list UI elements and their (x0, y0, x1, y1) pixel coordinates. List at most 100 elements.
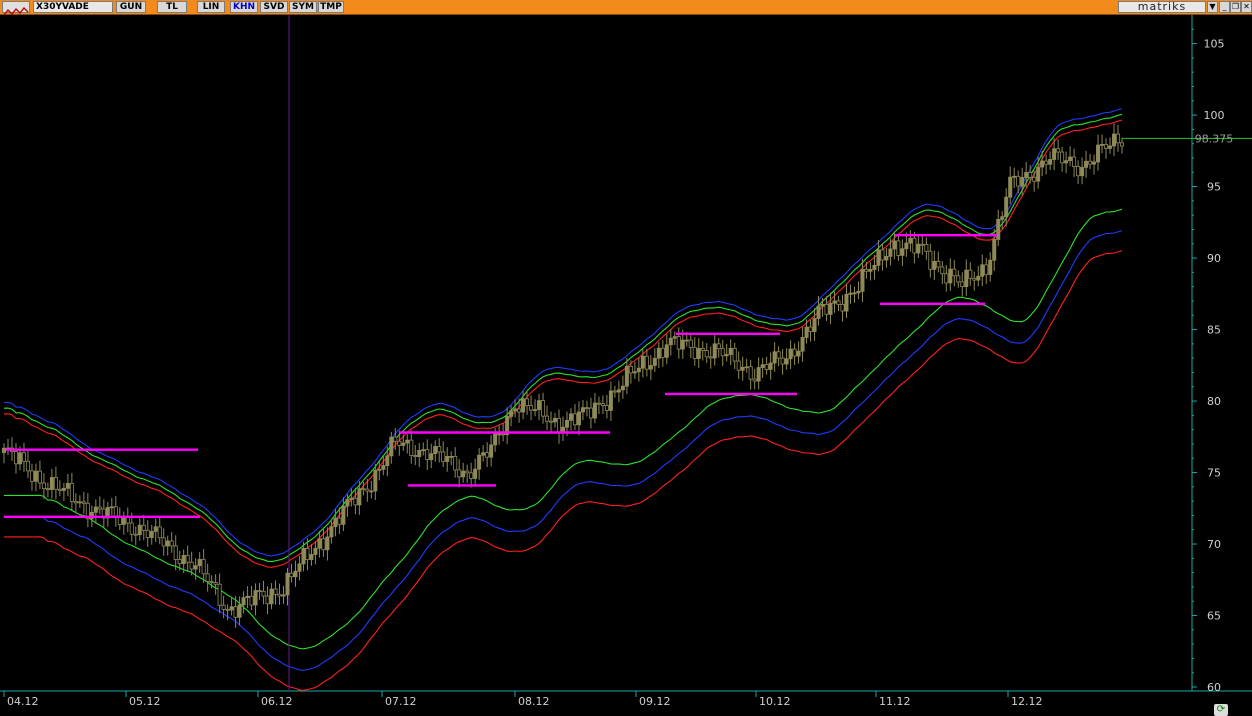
candle-body (173, 545, 178, 560)
candle-body (161, 537, 166, 547)
candle-body (612, 390, 617, 393)
candle-body (237, 604, 242, 618)
candle-body (29, 470, 34, 482)
candle-body (828, 302, 833, 315)
candle-body (241, 597, 246, 606)
candle-body (445, 456, 450, 462)
candle-body (281, 594, 286, 597)
chart-type-icon[interactable] (2, 1, 30, 16)
candle-body (800, 337, 805, 352)
y-tick-label: 95 (1207, 181, 1221, 194)
candle-body (1048, 159, 1053, 165)
candle-body (205, 573, 210, 582)
candle-body (453, 456, 458, 471)
candle-body (572, 413, 577, 426)
candle-body (1100, 144, 1105, 146)
candle-body (41, 482, 46, 490)
price-chart[interactable]: 60 65 70 75 80 85 90 95 100 105 04.12 05.12 06.12 07.… (0, 15, 1252, 716)
candle-body (620, 385, 625, 391)
candle-body (517, 408, 522, 413)
candle-body (477, 454, 482, 470)
candle-body (668, 337, 673, 346)
candle-body (77, 501, 82, 504)
candle-body (289, 572, 294, 578)
candle-body (608, 390, 613, 411)
period-button-svd[interactable]: SVD (260, 1, 288, 13)
period-button-lin[interactable]: LIN (197, 1, 225, 13)
upper-band-red (3, 119, 1123, 568)
candle-body (676, 336, 681, 350)
x-tick-label: 05.12 (129, 695, 161, 708)
candle-body (888, 248, 893, 257)
close-button[interactable]: ✕ (1241, 1, 1252, 13)
candle-body (405, 439, 410, 444)
period-button-tmp[interactable]: TMP (318, 1, 344, 13)
candle-body (968, 269, 973, 279)
candle-body (848, 292, 853, 295)
candle-body (365, 488, 370, 492)
candle-body (329, 526, 334, 538)
candle-body (788, 348, 793, 360)
candle-body (269, 588, 274, 605)
candle-body (197, 558, 202, 567)
candle-body (493, 433, 498, 446)
lower-band-red (4, 250, 1123, 691)
candle-body (273, 588, 278, 595)
candle-body (65, 483, 70, 489)
candle-body (988, 259, 993, 275)
candle-body (1008, 176, 1013, 198)
candle-body (580, 407, 585, 413)
candle-body (381, 465, 386, 470)
refresh-icon[interactable]: ⟳ (1214, 704, 1228, 716)
candle-body (1020, 177, 1025, 187)
minimize-button[interactable]: _ (1219, 1, 1230, 13)
candle-body (664, 344, 669, 358)
candle-body (956, 275, 961, 283)
last-price-label: 98.375 (1195, 132, 1234, 145)
candle-body (201, 558, 206, 575)
candle-body (944, 273, 949, 284)
candle-body (852, 292, 857, 295)
candle-body (728, 347, 733, 355)
candle-body (377, 468, 382, 471)
dropdown-icon[interactable]: ▼ (1207, 1, 1218, 13)
chart-toolbar: X30YVADE GUN TL LIN KHN SVD SYM TMP matr… (0, 0, 1252, 16)
candle-body (225, 608, 230, 611)
candle-body (704, 350, 709, 358)
candle-body (860, 268, 865, 292)
candle-body (816, 305, 821, 319)
y-tick-label: 70 (1207, 538, 1221, 551)
period-button-gun[interactable]: GUN (116, 1, 146, 13)
candle-body (261, 590, 266, 597)
candle-body (1068, 156, 1073, 162)
candle-body (744, 366, 749, 369)
candle-body (892, 240, 897, 250)
candle-body (1084, 160, 1089, 168)
candle-body (245, 595, 250, 599)
period-button-tl[interactable]: TL (157, 1, 187, 13)
candle-body (229, 606, 234, 611)
candle-body (876, 249, 881, 266)
candle-body (353, 497, 358, 506)
candle-body (385, 455, 390, 466)
candle-body (125, 516, 130, 524)
candle-body (357, 488, 362, 506)
candle-body (313, 547, 318, 555)
candle-body (497, 433, 502, 436)
candle-body (533, 409, 538, 411)
candle-body (349, 497, 354, 500)
y-tick-label: 90 (1207, 252, 1221, 265)
candle-body (217, 583, 222, 606)
candle-body (337, 517, 342, 525)
candle-body (529, 405, 534, 411)
candle-body (904, 242, 909, 250)
period-button-sym[interactable]: SYM (289, 1, 317, 13)
candle-body (373, 469, 378, 492)
restore-button[interactable]: ❐ (1230, 1, 1241, 13)
symbol-field[interactable]: X30YVADE (33, 1, 113, 13)
candle-body (772, 351, 777, 364)
candle-body (804, 326, 809, 338)
candle-body (489, 444, 494, 458)
upper-band-green (3, 113, 1123, 563)
period-button-khn[interactable]: KHN (230, 1, 258, 13)
